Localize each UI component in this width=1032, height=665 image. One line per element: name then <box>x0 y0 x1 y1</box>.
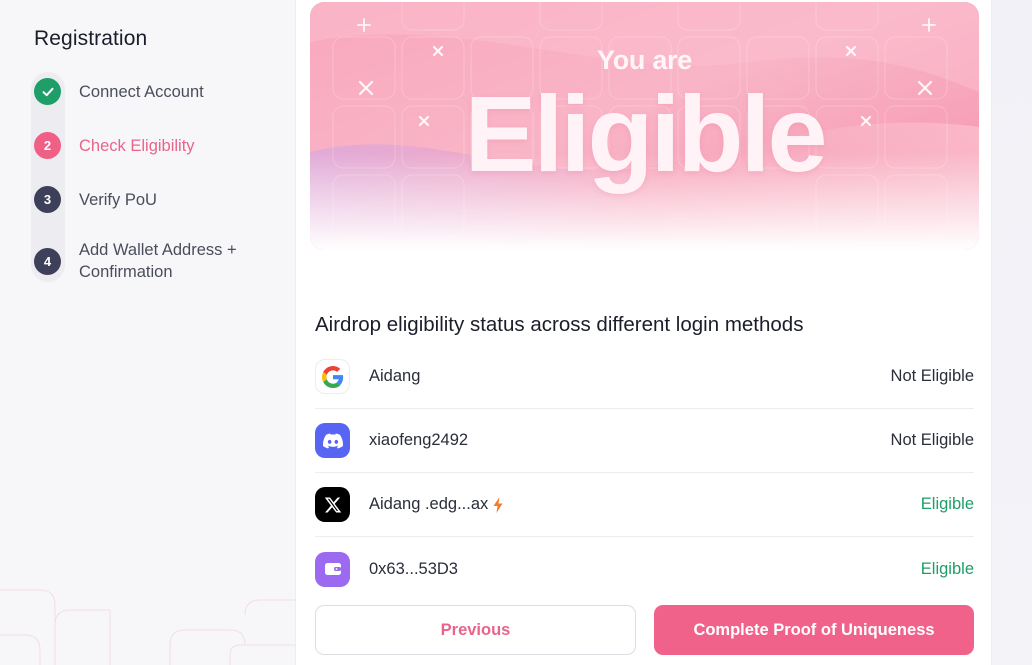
sidebar-decoration <box>0 589 295 665</box>
login-method-name: Aidang <box>369 367 421 385</box>
main-panel: You are Eligible Airdrop eligibility sta… <box>297 0 991 665</box>
banner-title: Eligible <box>464 73 827 194</box>
complete-proof-of-uniqueness-button[interactable]: Complete Proof of Uniqueness <box>654 605 974 655</box>
eligibility-status: Not Eligible <box>890 431 974 449</box>
step-number: 4 <box>34 247 61 275</box>
login-method-row-x: Aidang .edg...ax Eligible <box>315 473 974 537</box>
step-check-eligibility[interactable]: 2 Check Eligibility <box>34 132 195 159</box>
login-method-name: 0x63...53D3 <box>369 559 458 578</box>
step-number: 2 <box>34 132 61 159</box>
bolt-icon <box>493 496 503 513</box>
eligible-banner: You are Eligible <box>310 2 979 250</box>
login-method-row-discord: xiaofeng2492 Not Eligible <box>315 409 974 473</box>
login-methods-list: Aidang Not Eligible xiaofeng2492 Not Eli… <box>315 345 974 601</box>
eligibility-status: Eligible <box>920 495 974 513</box>
step-connect-account[interactable]: Connect Account <box>34 78 204 105</box>
sidebar: Registration Connect Account 2 Check Eli… <box>0 0 296 665</box>
step-label: Connect Account <box>79 82 204 101</box>
eligibility-status: Eligible <box>920 559 974 578</box>
step-label: Verify PoU <box>79 190 157 209</box>
right-background <box>991 0 1032 665</box>
step-add-wallet[interactable]: 4 Add Wallet Address + Confirmation <box>34 239 259 283</box>
check-icon <box>42 87 53 96</box>
step-verify-pou[interactable]: 3 Verify PoU <box>34 186 157 213</box>
login-method-row-wallet: 0x63...53D3 Eligible <box>315 537 974 601</box>
wallet-icon <box>315 551 350 587</box>
step-label: Add Wallet Address + Confirmation <box>79 241 237 281</box>
discord-icon <box>315 423 350 458</box>
step-number: 3 <box>34 186 61 213</box>
eligibility-status: Not Eligible <box>890 367 974 385</box>
google-icon <box>315 359 350 394</box>
previous-button[interactable]: Previous <box>315 605 636 655</box>
step-complete-marker <box>34 78 61 105</box>
sidebar-title: Registration <box>34 27 148 50</box>
x-icon <box>315 487 350 522</box>
login-method-name: Aidang .edg...ax <box>369 495 503 514</box>
login-method-name: xiaofeng2492 <box>369 431 469 449</box>
registration-page: Registration Connect Account 2 Check Eli… <box>0 0 1032 665</box>
step-label: Check Eligibility <box>79 136 195 155</box>
banner-subtitle: You are <box>597 45 692 75</box>
eligibility-section-title: Airdrop eligibility status across differ… <box>315 313 804 336</box>
login-method-row-google: Aidang Not Eligible <box>315 345 974 409</box>
login-method-name-text: Aidang .edg...ax <box>369 495 489 513</box>
